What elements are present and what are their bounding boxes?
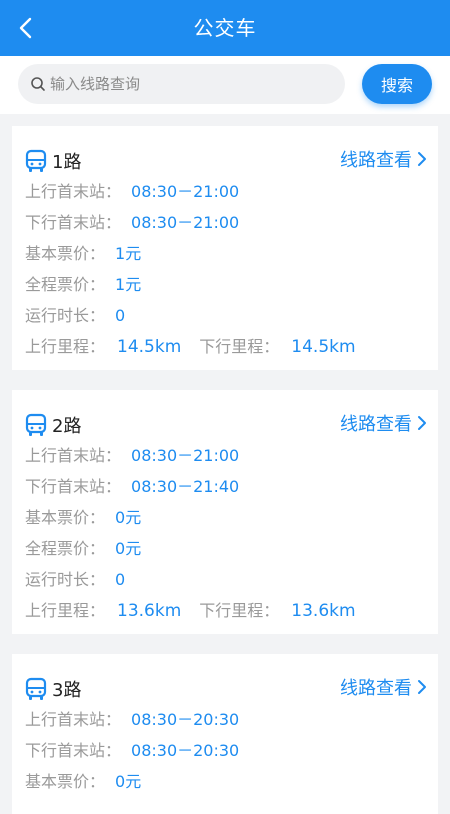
up-distance-label: 上行里程： xyxy=(25,601,106,620)
app-header: 公交车 xyxy=(0,0,450,56)
search-bar: 搜索 xyxy=(0,56,450,114)
full-fare-label: 全程票价： xyxy=(25,275,106,294)
down-distance-value: 13.6km xyxy=(291,601,356,621)
up-distance-value: 14.5km xyxy=(117,337,182,357)
down-first-last-row: 下行首末站： 08:30－21:40 xyxy=(12,471,438,502)
route-card: 1路 线路查看 上行首末站： 08:30－21:00 下行首末站： 08:30－21… xyxy=(12,126,438,370)
up-first-last-label: 上行首末站： xyxy=(25,182,122,201)
route-card: 3路 线路查看 上行首末站： 08:30－20:30 下行首末站： 08:30－20… xyxy=(12,654,438,814)
down-first-last-row: 下行首末站： 08:30－21:00 xyxy=(12,207,438,238)
route-card: 2路 线路查看 上行首末站： 08:30－21:00 下行首末站： 08:30－21… xyxy=(12,390,438,634)
base-fare-value: 0元 xyxy=(115,772,142,791)
down-distance-label: 下行里程： xyxy=(199,601,280,620)
down-first-last-value: 08:30－21:40 xyxy=(131,477,240,496)
base-fare-row: 基本票价： 0元 xyxy=(12,766,438,797)
down-first-last-value: 08:30－20:30 xyxy=(131,741,240,760)
down-first-last-label: 下行首末站： xyxy=(25,213,122,232)
up-first-last-value: 08:30－21:00 xyxy=(131,182,240,201)
view-route-label: 线路查看 xyxy=(340,150,412,171)
distance-row: 上行里程： 13.6km 下行里程： 13.6km xyxy=(12,595,438,626)
distance-row: 上行里程： 14.5km 下行里程： 14.5km xyxy=(12,331,438,362)
duration-label: 运行时长： xyxy=(25,570,106,589)
view-route-label: 线路查看 xyxy=(340,678,412,699)
view-route-link[interactable]: 线路查看 xyxy=(340,146,428,172)
down-distance-value: 14.5km xyxy=(291,337,356,357)
view-route-link[interactable]: 线路查看 xyxy=(340,674,428,700)
up-first-last-label: 上行首末站： xyxy=(25,710,122,729)
page-title: 公交车 xyxy=(193,16,257,40)
up-first-last-row: 上行首末站： 08:30－20:30 xyxy=(12,704,438,735)
up-first-last-value: 08:30－20:30 xyxy=(131,710,240,729)
base-fare-label: 基本票价： xyxy=(25,508,106,527)
view-route-label: 线路查看 xyxy=(340,414,412,435)
base-fare-label: 基本票价： xyxy=(25,772,106,791)
full-fare-value: 0元 xyxy=(115,539,142,558)
search-box[interactable] xyxy=(18,64,345,104)
up-first-last-row: 上行首末站： 08:30－21:00 xyxy=(12,440,438,471)
bus-icon xyxy=(25,413,47,437)
search-button[interactable]: 搜索 xyxy=(362,64,432,104)
duration-row: 运行时长： 0 xyxy=(12,564,438,595)
duration-label: 运行时长： xyxy=(25,306,106,325)
full-fare-value: 1元 xyxy=(115,275,142,294)
duration-row: 运行时长： 0 xyxy=(12,300,438,331)
view-route-link[interactable]: 线路查看 xyxy=(340,410,428,436)
down-first-last-value: 08:30－21:00 xyxy=(131,213,240,232)
up-distance-value: 13.6km xyxy=(117,601,182,621)
base-fare-label: 基本票价： xyxy=(25,244,106,263)
chevron-right-icon xyxy=(418,680,426,694)
down-first-last-label: 下行首末站： xyxy=(25,477,122,496)
bus-icon xyxy=(25,149,47,173)
down-first-last-row: 下行首末站： 08:30－20:30 xyxy=(12,735,438,766)
duration-value: 0 xyxy=(115,306,126,325)
base-fare-row: 基本票价： 0元 xyxy=(12,502,438,533)
bus-icon xyxy=(25,677,47,701)
down-first-last-label: 下行首末站： xyxy=(25,741,122,760)
down-distance-label: 下行里程： xyxy=(199,337,280,356)
base-fare-row: 基本票价： 1元 xyxy=(12,238,438,269)
search-icon xyxy=(30,76,46,92)
up-distance-label: 上行里程： xyxy=(25,337,106,356)
search-input[interactable] xyxy=(50,64,330,104)
chevron-right-icon xyxy=(418,416,426,430)
route-name: 2路 xyxy=(52,416,82,437)
up-first-last-value: 08:30－21:00 xyxy=(131,446,240,465)
full-fare-row: 全程票价： 0元 xyxy=(12,533,438,564)
route-name: 3路 xyxy=(52,680,82,701)
base-fare-value: 1元 xyxy=(115,244,142,263)
full-fare-row: 全程票价： 1元 xyxy=(12,269,438,300)
duration-value: 0 xyxy=(115,570,126,589)
base-fare-value: 0元 xyxy=(115,508,142,527)
full-fare-label: 全程票价： xyxy=(25,539,106,558)
chevron-right-icon xyxy=(418,152,426,166)
up-first-last-label: 上行首末站： xyxy=(25,446,122,465)
up-first-last-row: 上行首末站： 08:30－21:00 xyxy=(12,176,438,207)
route-name: 1路 xyxy=(52,152,82,173)
